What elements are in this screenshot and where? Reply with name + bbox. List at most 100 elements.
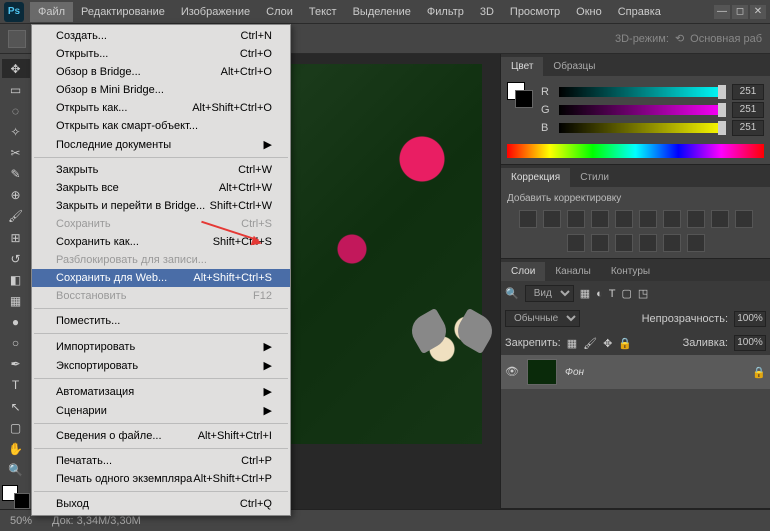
menu-item[interactable]: Импортировать▶ xyxy=(32,337,290,356)
menu-item[interactable]: Открыть как...Alt+Shift+Ctrl+O xyxy=(32,99,290,117)
maximize-button[interactable]: ◻ xyxy=(732,5,748,19)
visibility-icon[interactable]: 👁 xyxy=(505,365,519,379)
posterize-icon[interactable] xyxy=(591,234,609,252)
tool-preset-icon[interactable] xyxy=(8,30,26,48)
heal-tool[interactable]: ⊕ xyxy=(2,186,30,205)
marquee-tool[interactable]: ▭ xyxy=(2,80,30,99)
vibrance-icon[interactable] xyxy=(615,210,633,228)
workspace-label[interactable]: Основная раб xyxy=(690,33,762,45)
eyedropper-tool[interactable]: ✎ xyxy=(2,165,30,184)
menu-help[interactable]: Справка xyxy=(610,2,669,22)
orbit-icon[interactable]: ⟲ xyxy=(675,32,684,45)
menu-item[interactable]: Автоматизация▶ xyxy=(32,382,290,401)
hand-tool[interactable]: ✋ xyxy=(2,439,30,458)
menu-item[interactable]: Сценарии▶ xyxy=(32,401,290,420)
background-swatch[interactable] xyxy=(14,493,30,509)
menu-item[interactable]: Закрыть всеAlt+Ctrl+W xyxy=(32,179,290,197)
history-brush-tool[interactable]: ↺ xyxy=(2,249,30,268)
stamp-tool[interactable]: ⊞ xyxy=(2,228,30,247)
menu-window[interactable]: Окно xyxy=(568,2,610,22)
menu-layers[interactable]: Слои xyxy=(258,2,301,22)
lock-pixels-icon[interactable]: 🖌 xyxy=(583,337,597,350)
tab-adjustments[interactable]: Коррекция xyxy=(501,168,570,187)
exposure-icon[interactable] xyxy=(591,210,609,228)
tab-paths[interactable]: Контуры xyxy=(601,262,660,281)
menu-item[interactable]: Сохранить для Web...Alt+Shift+Ctrl+S xyxy=(32,269,290,287)
filter-smart-icon[interactable]: ◳ xyxy=(638,287,648,300)
zoom-level[interactable]: 50% xyxy=(10,515,32,527)
menu-item[interactable]: ВыходCtrl+Q xyxy=(32,495,290,513)
opacity-value[interactable]: 100% xyxy=(734,311,766,327)
blur-tool[interactable]: ● xyxy=(2,313,30,332)
filter-pixel-icon[interactable]: ▦ xyxy=(580,287,590,300)
color-mini-swatch[interactable] xyxy=(507,82,533,108)
hue-icon[interactable] xyxy=(639,210,657,228)
shape-tool[interactable]: ▢ xyxy=(2,418,30,437)
layer-kind-select[interactable]: Вид xyxy=(525,285,574,302)
r-value[interactable]: 251 xyxy=(732,84,764,100)
path-tool[interactable]: ↖ xyxy=(2,397,30,416)
type-tool[interactable]: T xyxy=(2,376,30,395)
menu-item[interactable]: Закрыть и перейти в Bridge...Shift+Ctrl+… xyxy=(32,197,290,215)
tab-swatches[interactable]: Образцы xyxy=(543,57,605,76)
menu-item[interactable]: ЗакрытьCtrl+W xyxy=(32,161,290,179)
g-value[interactable]: 251 xyxy=(732,102,764,118)
levels-icon[interactable] xyxy=(543,210,561,228)
menu-item[interactable]: Обзор в Bridge...Alt+Ctrl+O xyxy=(32,63,290,81)
menu-text[interactable]: Текст xyxy=(301,2,345,22)
menu-item[interactable]: Печать одного экземпляраAlt+Shift+Ctrl+P xyxy=(32,470,290,488)
menu-filter[interactable]: Фильтр xyxy=(419,2,472,22)
menu-view[interactable]: Просмотр xyxy=(502,2,568,22)
gradientmap-icon[interactable] xyxy=(639,234,657,252)
menu-item[interactable]: Обзор в Mini Bridge... xyxy=(32,81,290,99)
color-swatches[interactable] xyxy=(2,485,30,509)
r-slider[interactable] xyxy=(559,87,726,97)
tab-color[interactable]: Цвет xyxy=(501,57,543,76)
curves-icon[interactable] xyxy=(567,210,585,228)
brightness-icon[interactable] xyxy=(519,210,537,228)
menu-item[interactable]: Поместить... xyxy=(32,312,290,330)
pen-tool[interactable]: ✒ xyxy=(2,355,30,374)
bw-icon[interactable] xyxy=(687,210,705,228)
menu-item[interactable]: Открыть...Ctrl+O xyxy=(32,45,290,63)
menu-3d[interactable]: 3D xyxy=(472,2,502,22)
invert-icon[interactable] xyxy=(567,234,585,252)
layer-row-background[interactable]: 👁 Фон 🔒 xyxy=(501,355,770,389)
menu-select[interactable]: Выделение xyxy=(345,2,419,22)
menu-edit[interactable]: Редактирование xyxy=(73,2,173,22)
filter-adjust-icon[interactable]: ◐ xyxy=(596,288,603,300)
wand-tool[interactable]: ✧ xyxy=(2,122,30,141)
menu-item[interactable]: Сведения о файле...Alt+Shift+Ctrl+I xyxy=(32,427,290,445)
threshold-icon[interactable] xyxy=(615,234,633,252)
lock-transparency-icon[interactable]: ▦ xyxy=(567,337,577,350)
colorbalance-icon[interactable] xyxy=(663,210,681,228)
blend-mode-select[interactable]: Обычные xyxy=(505,310,580,327)
menu-image[interactable]: Изображение xyxy=(173,2,258,22)
filter-type-icon[interactable]: T xyxy=(609,288,616,300)
menu-item[interactable]: Создать...Ctrl+N xyxy=(32,27,290,45)
b-value[interactable]: 251 xyxy=(732,120,764,136)
selective-icon[interactable] xyxy=(663,234,681,252)
lasso-tool[interactable]: ◌ xyxy=(2,101,30,120)
brush-tool[interactable]: 🖌 xyxy=(2,207,30,226)
lock-all-icon[interactable]: 🔒 xyxy=(618,337,632,350)
gradient-tool[interactable]: ▦ xyxy=(2,291,30,310)
color-spectrum[interactable] xyxy=(507,144,764,158)
dodge-tool[interactable]: ○ xyxy=(2,334,30,353)
eraser-tool[interactable]: ◧ xyxy=(2,270,30,289)
channelmixer-icon[interactable] xyxy=(735,210,753,228)
move-tool[interactable]: ✥ xyxy=(2,59,30,78)
menu-item[interactable]: Печатать...Ctrl+P xyxy=(32,452,290,470)
tab-layers[interactable]: Слои xyxy=(501,262,545,281)
doc-size[interactable]: Док: 3,34M/3,30M xyxy=(52,515,141,527)
minimize-button[interactable]: — xyxy=(714,5,730,19)
b-slider[interactable] xyxy=(559,123,726,133)
tab-styles[interactable]: Стили xyxy=(570,168,619,187)
layer-filter-icon[interactable]: 🔍 xyxy=(505,287,519,300)
filter-shape-icon[interactable]: ▢ xyxy=(622,287,632,300)
fill-value[interactable]: 100% xyxy=(734,335,766,351)
crop-tool[interactable]: ✂ xyxy=(2,144,30,163)
tab-channels[interactable]: Каналы xyxy=(545,262,601,281)
layer-name[interactable]: Фон xyxy=(565,367,584,378)
g-slider[interactable] xyxy=(559,105,726,115)
